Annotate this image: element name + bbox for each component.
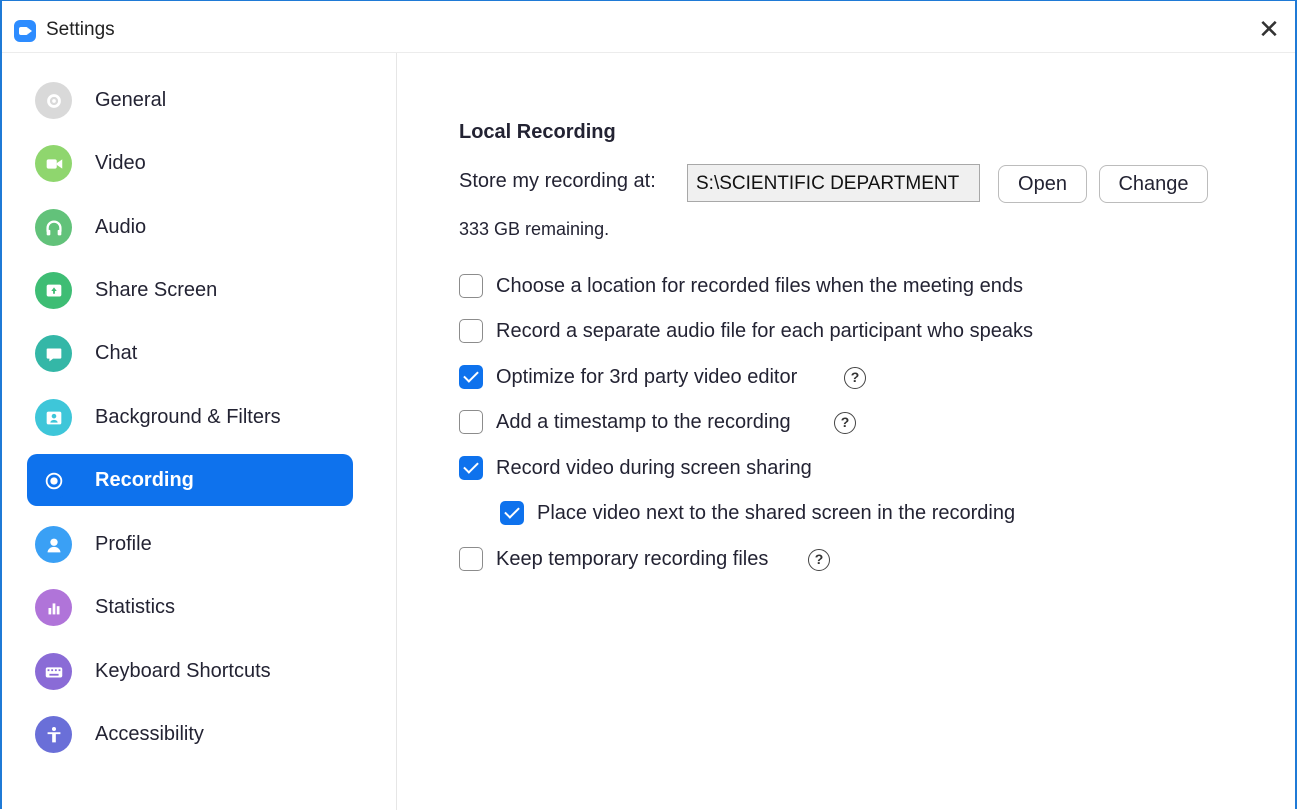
- storage-remaining: 333 GB remaining.: [459, 219, 610, 239]
- checkbox[interactable]: [459, 274, 483, 298]
- video-camera-icon: [35, 145, 72, 182]
- sidebar-item-label: Recording: [95, 469, 194, 491]
- window-title: Settings: [46, 19, 115, 40]
- sidebar-item-keyboard-shortcuts[interactable]: Keyboard Shortcuts: [27, 645, 353, 697]
- checkbox[interactable]: [459, 365, 483, 389]
- sidebar-item-label: Background & Filters: [95, 406, 281, 428]
- background-person-icon: [35, 399, 72, 436]
- option-record-video-sharing[interactable]: Record video during screen sharing: [459, 454, 879, 484]
- gear-icon: [35, 82, 72, 119]
- accessibility-icon: [35, 716, 72, 753]
- headphones-icon: [35, 209, 72, 246]
- sidebar-item-label: Audio: [95, 216, 147, 238]
- sidebar-item-background-filters[interactable]: Background & Filters: [27, 391, 353, 443]
- help-icon[interactable]: ?: [844, 367, 866, 389]
- bar-chart-icon: [35, 589, 72, 626]
- keyboard-icon: [35, 653, 72, 690]
- sidebar-item-profile[interactable]: Profile: [27, 518, 353, 570]
- option-label: Place video next to the shared screen in…: [537, 502, 1016, 524]
- option-separate-audio[interactable]: Record a separate audio file for each pa…: [459, 317, 1109, 347]
- checkbox[interactable]: [459, 456, 483, 480]
- checkbox[interactable]: [500, 501, 524, 525]
- option-label: Record video during screen sharing: [496, 457, 812, 479]
- record-icon: [35, 462, 72, 499]
- option-label: Keep temporary recording files: [496, 548, 769, 570]
- title-bar: Settings ✕: [2, 1, 1295, 53]
- profile-icon: [35, 526, 72, 563]
- sidebar-item-label: Chat: [95, 342, 138, 364]
- sidebar-item-recording[interactable]: Recording: [27, 454, 353, 506]
- sidebar-item-video[interactable]: Video: [27, 137, 353, 189]
- sidebar-item-label: Share Screen: [95, 279, 218, 301]
- recording-settings-panel: Local Recording Store my recording at: S…: [398, 53, 1297, 810]
- help-icon[interactable]: ?: [834, 412, 856, 434]
- sidebar-item-label: General: [95, 89, 167, 111]
- sidebar-item-label: Keyboard Shortcuts: [95, 660, 271, 682]
- zoom-app-icon: [14, 20, 36, 42]
- option-timestamp[interactable]: Add a timestamp to the recording ?: [459, 408, 869, 438]
- sidebar-item-accessibility[interactable]: Accessibility: [27, 708, 353, 760]
- sidebar-item-statistics[interactable]: Statistics: [27, 581, 353, 633]
- sidebar-item-label: Statistics: [95, 596, 176, 618]
- settings-sidebar: General Video Audio Share Screen Chat Ba…: [2, 53, 397, 810]
- sidebar-item-general[interactable]: General: [27, 74, 353, 126]
- option-optimize-editor[interactable]: Optimize for 3rd party video editor ?: [459, 363, 879, 393]
- option-label: Record a separate audio file for each pa…: [496, 320, 1033, 342]
- sidebar-item-audio[interactable]: Audio: [27, 201, 353, 253]
- store-location-label: Store my recording at:: [459, 170, 656, 192]
- option-choose-location[interactable]: Choose a location for recorded files whe…: [459, 272, 1099, 302]
- option-keep-temp-files[interactable]: Keep temporary recording files ?: [459, 545, 839, 575]
- recording-path-field[interactable]: S:\SCIENTIFIC DEPARTMENT: [687, 164, 980, 202]
- open-button[interactable]: Open: [998, 165, 1087, 203]
- sidebar-item-share-screen[interactable]: Share Screen: [27, 264, 353, 316]
- sidebar-item-label: Video: [95, 152, 146, 174]
- option-label: Add a timestamp to the recording: [496, 411, 791, 433]
- settings-window: Settings ✕ General Video Audio Share Scr…: [0, 0, 1297, 810]
- option-place-video-next[interactable]: Place video next to the shared screen in…: [500, 499, 1080, 529]
- chat-bubble-icon: [35, 335, 72, 372]
- checkbox[interactable]: [459, 410, 483, 434]
- checkbox[interactable]: [459, 319, 483, 343]
- help-icon[interactable]: ?: [808, 549, 830, 571]
- checkbox[interactable]: [459, 547, 483, 571]
- option-label: Optimize for 3rd party video editor: [496, 366, 798, 388]
- option-label: Choose a location for recorded files whe…: [496, 275, 1023, 297]
- close-button[interactable]: ✕: [1255, 15, 1283, 43]
- sidebar-item-label: Accessibility: [95, 723, 204, 745]
- section-title: Local Recording: [459, 121, 616, 143]
- sidebar-item-chat[interactable]: Chat: [27, 327, 353, 379]
- change-button[interactable]: Change: [1099, 165, 1208, 203]
- sidebar-item-label: Profile: [95, 533, 152, 555]
- share-screen-icon: [35, 272, 72, 309]
